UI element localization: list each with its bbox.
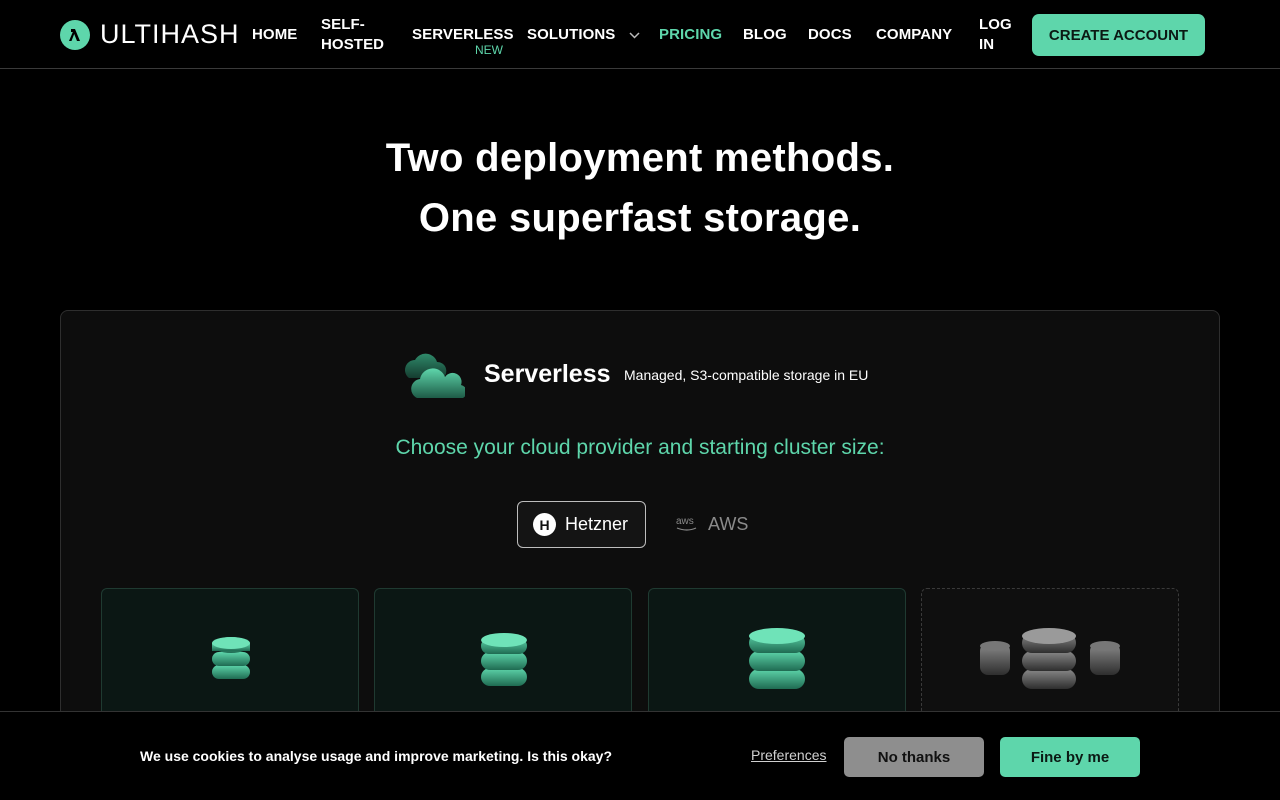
provider-aws-label: AWS — [708, 513, 749, 534]
database-cluster-custom-icon — [980, 628, 1120, 689]
nav-pricing[interactable]: PRICING — [659, 25, 722, 45]
nav-login-line1: LOG — [979, 16, 1012, 33]
ultihash-logo[interactable]: ULTIHASH — [60, 19, 240, 50]
cluster-card-small[interactable] — [101, 588, 359, 728]
cookie-consent-bar: We use cookies to analyse usage and impr… — [0, 711, 1280, 800]
database-small-icon — [212, 637, 250, 679]
hetzner-h-icon: H — [533, 513, 556, 536]
nav-serverless[interactable]: SERVERLESS — [412, 25, 514, 45]
create-account-button[interactable]: CREATE ACCOUNT — [1032, 14, 1205, 56]
hero-heading-line1: Two deployment methods. — [385, 136, 895, 180]
provider-hetzner-button[interactable]: H Hetzner — [517, 501, 646, 548]
nav-serverless-new-badge: NEW — [475, 43, 503, 57]
cluster-card-custom[interactable] — [921, 588, 1179, 728]
nav-docs[interactable]: DOCS — [808, 25, 852, 45]
cookie-message: We use cookies to analyse usage and impr… — [140, 748, 613, 764]
ultihash-logo-icon — [60, 19, 90, 50]
nav-self-hosted-line1: SELF- — [321, 16, 365, 33]
choose-provider-prompt: Choose your cloud provider and starting … — [395, 436, 885, 459]
cloud-icon — [405, 353, 465, 398]
top-navigation-bar: ULTIHASH HOME SELF- HOSTED SERVERLESS NE… — [0, 0, 1280, 69]
nav-self-hosted-line2: HOSTED — [321, 36, 385, 53]
nav-self-hosted[interactable]: SELF- HOSTED — [321, 15, 384, 55]
nav-solutions-label: SOLUTIONS — [527, 26, 616, 43]
cookie-accept-button[interactable]: Fine by me — [1000, 737, 1140, 777]
provider-aws-button[interactable]: aws AWS — [676, 510, 748, 538]
nav-company[interactable]: COMPANY — [876, 25, 952, 45]
cookie-decline-button[interactable]: No thanks — [844, 737, 984, 777]
cookie-preferences-link[interactable]: Preferences — [751, 747, 826, 763]
cluster-card-medium[interactable] — [374, 588, 632, 728]
cluster-card-large[interactable] — [648, 588, 906, 728]
nav-login[interactable]: LOG IN — [979, 15, 1012, 55]
chevron-down-icon — [629, 31, 640, 39]
brand-name: ULTIHASH — [100, 19, 240, 49]
database-large-icon — [749, 628, 805, 689]
nav-home[interactable]: HOME — [252, 25, 297, 45]
aws-icon: aws — [676, 516, 698, 532]
nav-login-line2: IN — [979, 36, 995, 53]
nav-solutions[interactable]: SOLUTIONS — [527, 25, 640, 45]
hero-heading-line2: One superfast storage. — [418, 196, 862, 240]
nav-blog[interactable]: BLOG — [743, 25, 787, 45]
serverless-subtitle: Managed, S3-compatible storage in EU — [624, 367, 869, 383]
database-medium-icon — [481, 633, 527, 686]
serverless-title: Serverless — [484, 360, 611, 388]
provider-hetzner-label: Hetzner — [565, 514, 629, 534]
